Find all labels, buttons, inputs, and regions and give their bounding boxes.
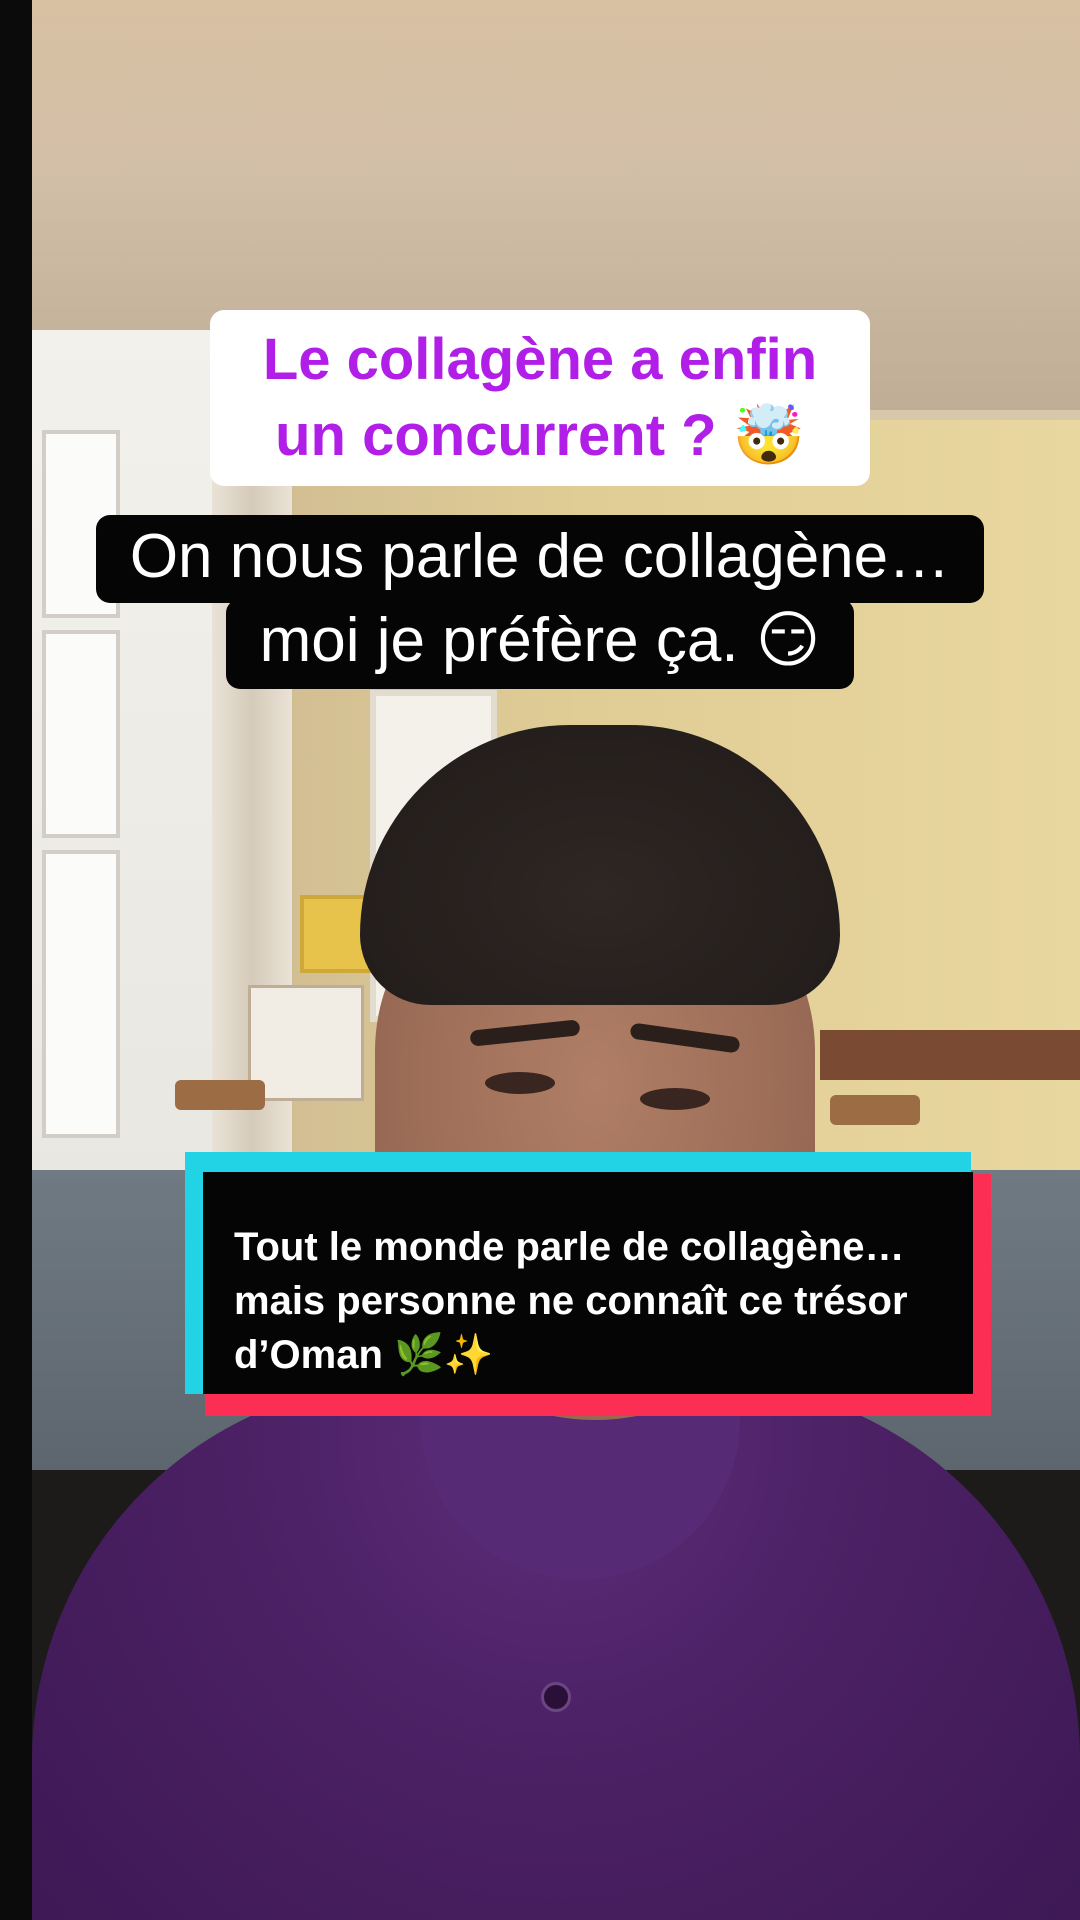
- caption-line: Tout le monde parle de collagène…: [234, 1225, 905, 1269]
- subtitle-line: On nous parle de collagène…: [95, 515, 985, 603]
- caption-line: mais personne ne connaît ce trésor: [234, 1279, 908, 1323]
- caption-line: d’Oman 🌿✨: [234, 1333, 494, 1377]
- right-eye: [640, 1088, 710, 1110]
- caption-text-box: Tout le monde parle de collagène… mais p…: [203, 1172, 973, 1394]
- left-window: [32, 330, 222, 1190]
- caption-card: Tout le monde parle de collagène… mais p…: [185, 1152, 991, 1416]
- left-black-bar: [0, 0, 32, 1920]
- chair: [830, 1095, 920, 1125]
- subtitle-line: moi je préfère ça. 😏: [225, 599, 855, 689]
- title-overlay: Le collagène a enfin un concurrent ? 🤯: [210, 310, 870, 486]
- wooden-table: [820, 1030, 1080, 1080]
- title-line: Le collagène a enfin: [262, 327, 818, 392]
- shirt-button: [541, 1682, 571, 1712]
- paper-bag: [248, 985, 364, 1101]
- chair: [175, 1080, 265, 1110]
- title-line: un concurrent ? 🤯: [275, 403, 805, 468]
- video-frame: Le collagène a enfin un concurrent ? 🤯 O…: [0, 0, 1080, 1920]
- subtitle-overlay: On nous parle de collagène… moi je préfè…: [0, 515, 1080, 689]
- window-pane: [42, 850, 120, 1138]
- left-eye: [485, 1072, 555, 1094]
